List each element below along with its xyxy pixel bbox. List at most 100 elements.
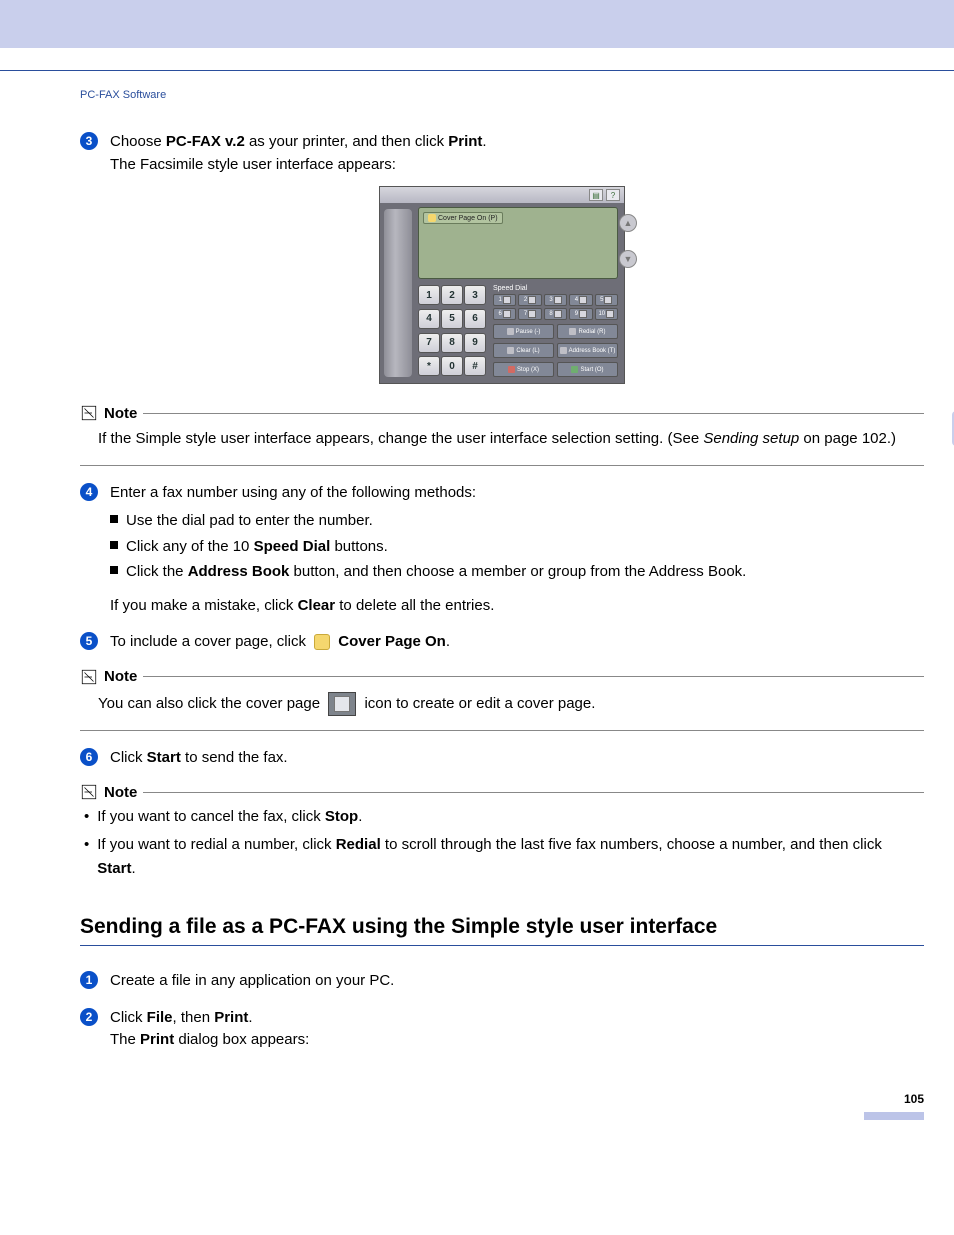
text: The <box>110 1031 140 1048</box>
coverpage-editor-icon[interactable]: ▤ <box>589 189 603 201</box>
note-label: Note <box>104 784 137 801</box>
key-2[interactable]: 2 <box>441 285 463 305</box>
step-body: To include a cover page, click Cover Pag… <box>110 631 924 654</box>
label: Cover Page On (P) <box>438 215 498 222</box>
key-8[interactable]: 8 <box>441 333 463 353</box>
speed-dial-2[interactable]: 2 <box>518 294 541 306</box>
step-body: Create a file in any application on your… <box>110 970 924 993</box>
n: 7 <box>524 311 527 317</box>
bullet-icon <box>110 515 118 523</box>
dial-pad: 1 2 3 4 5 6 7 8 9 * 0 # <box>418 285 484 377</box>
speed-dial-panel: Speed Dial 1 2 3 4 5 6 7 8 9 10 <box>493 285 618 377</box>
speed-dial-3[interactable]: 3 <box>544 294 567 306</box>
step-badge: 1 <box>80 971 98 989</box>
step-body: Choose PC-FAX v.2 as your printer, and t… <box>110 131 924 176</box>
l: Address Book (T) <box>569 348 616 354</box>
text-bold: Address Book <box>188 563 290 580</box>
text: Use the dial pad to enter the number. <box>126 508 373 534</box>
clear-button[interactable]: Clear (L) <box>493 343 554 358</box>
text: on page 102.) <box>799 430 896 447</box>
key-4[interactable]: 4 <box>418 309 440 329</box>
text: to delete all the entries. <box>335 597 494 614</box>
n: 10 <box>598 311 605 317</box>
text-bold: Print <box>214 1009 248 1026</box>
cover-page-on-icon <box>314 634 330 650</box>
step-badge: 3 <box>80 132 98 150</box>
address-book-button[interactable]: Address Book (T) <box>557 343 618 358</box>
speed-dial-label: Speed Dial <box>493 285 618 292</box>
note-rule <box>143 413 924 414</box>
text-bold: Print <box>448 133 482 150</box>
footer-accent <box>864 1112 924 1120</box>
text-bold: Redial <box>336 836 381 853</box>
text: Enter a fax number using any of the foll… <box>110 484 476 501</box>
text: to send the fax. <box>181 749 288 766</box>
note-heading: Note <box>80 783 924 801</box>
scroll-down-button[interactable]: ▼ <box>619 250 637 268</box>
cover-page-on-button[interactable]: Cover Page On (P) <box>423 212 503 224</box>
text: Click any of the 10 <box>126 538 254 555</box>
key-7[interactable]: 7 <box>418 333 440 353</box>
note-icon <box>80 404 98 422</box>
speed-dial-7[interactable]: 7 <box>518 308 541 320</box>
step-body: Click File, then Print. The Print dialog… <box>110 1007 924 1052</box>
speed-dial-8[interactable]: 8 <box>544 308 567 320</box>
redial-button[interactable]: Redial (R) <box>557 324 618 339</box>
key-6[interactable]: 6 <box>464 309 486 329</box>
text: . <box>131 860 135 877</box>
scroll-up-button[interactable]: ▲ <box>619 214 637 232</box>
section-heading: Sending a file as a PC-FAX using the Sim… <box>80 915 924 943</box>
key-star[interactable]: * <box>418 356 440 376</box>
text-bold: Cover Page On <box>338 633 446 650</box>
n: 2 <box>524 297 527 303</box>
text: . <box>248 1009 252 1026</box>
speed-dial-5[interactable]: 5 <box>595 294 618 306</box>
step-body: Enter a fax number using any of the foll… <box>110 482 924 618</box>
key-0[interactable]: 0 <box>441 356 463 376</box>
key-3[interactable]: 3 <box>464 285 486 305</box>
note-label: Note <box>104 668 137 685</box>
step-badge: 6 <box>80 748 98 766</box>
n: 1 <box>499 297 502 303</box>
text: If you want to redial a number, click <box>97 836 335 853</box>
text-bold: Start <box>147 749 181 766</box>
text: to scroll through the last five fax numb… <box>381 836 882 853</box>
key-1[interactable]: 1 <box>418 285 440 305</box>
bullet-icon <box>110 541 118 549</box>
text: Click <box>110 1009 147 1026</box>
start-button[interactable]: Start (O) <box>557 362 618 377</box>
speed-dial-4[interactable]: 4 <box>569 294 592 306</box>
help-icon[interactable]: ? <box>606 189 620 201</box>
speed-dial-6[interactable]: 6 <box>493 308 516 320</box>
note-end-rule <box>80 730 924 731</box>
text-bold: Clear <box>298 597 336 614</box>
text: You can also click the cover page <box>98 694 324 711</box>
note-label: Note <box>104 405 137 422</box>
step-badge: 5 <box>80 632 98 650</box>
handset-graphic <box>384 209 412 377</box>
text: , then <box>173 1009 215 1026</box>
note-icon <box>80 668 98 686</box>
step-6: 6 Click Start to send the fax. <box>80 747 924 770</box>
note-body: If the Simple style user interface appea… <box>98 428 924 451</box>
text: . <box>446 633 450 650</box>
pause-button[interactable]: Pause (-) <box>493 324 554 339</box>
text-bold: Start <box>97 860 131 877</box>
step-4: 4 Enter a fax number using any of the fo… <box>80 482 924 618</box>
speed-dial-9[interactable]: 9 <box>569 308 592 320</box>
step-body: Click Start to send the fax. <box>110 747 924 770</box>
key-hash[interactable]: # <box>464 356 486 376</box>
text-bold: Speed Dial <box>254 538 331 555</box>
note-rule <box>143 792 924 793</box>
stop-button[interactable]: Stop (X) <box>493 362 554 377</box>
text: dialog box appears: <box>174 1031 309 1048</box>
key-5[interactable]: 5 <box>441 309 463 329</box>
page-content: PC-FAX Software 6 3 Choose PC-FAX v.2 as… <box>0 71 954 1160</box>
speed-dial-1[interactable]: 1 <box>493 294 516 306</box>
speed-dial-10[interactable]: 10 <box>595 308 618 320</box>
step-5: 5 To include a cover page, click Cover P… <box>80 631 924 654</box>
n: 5 <box>600 297 603 303</box>
key-9[interactable]: 9 <box>464 333 486 353</box>
text: To include a cover page, click <box>110 633 310 650</box>
running-header: PC-FAX Software <box>80 89 924 101</box>
